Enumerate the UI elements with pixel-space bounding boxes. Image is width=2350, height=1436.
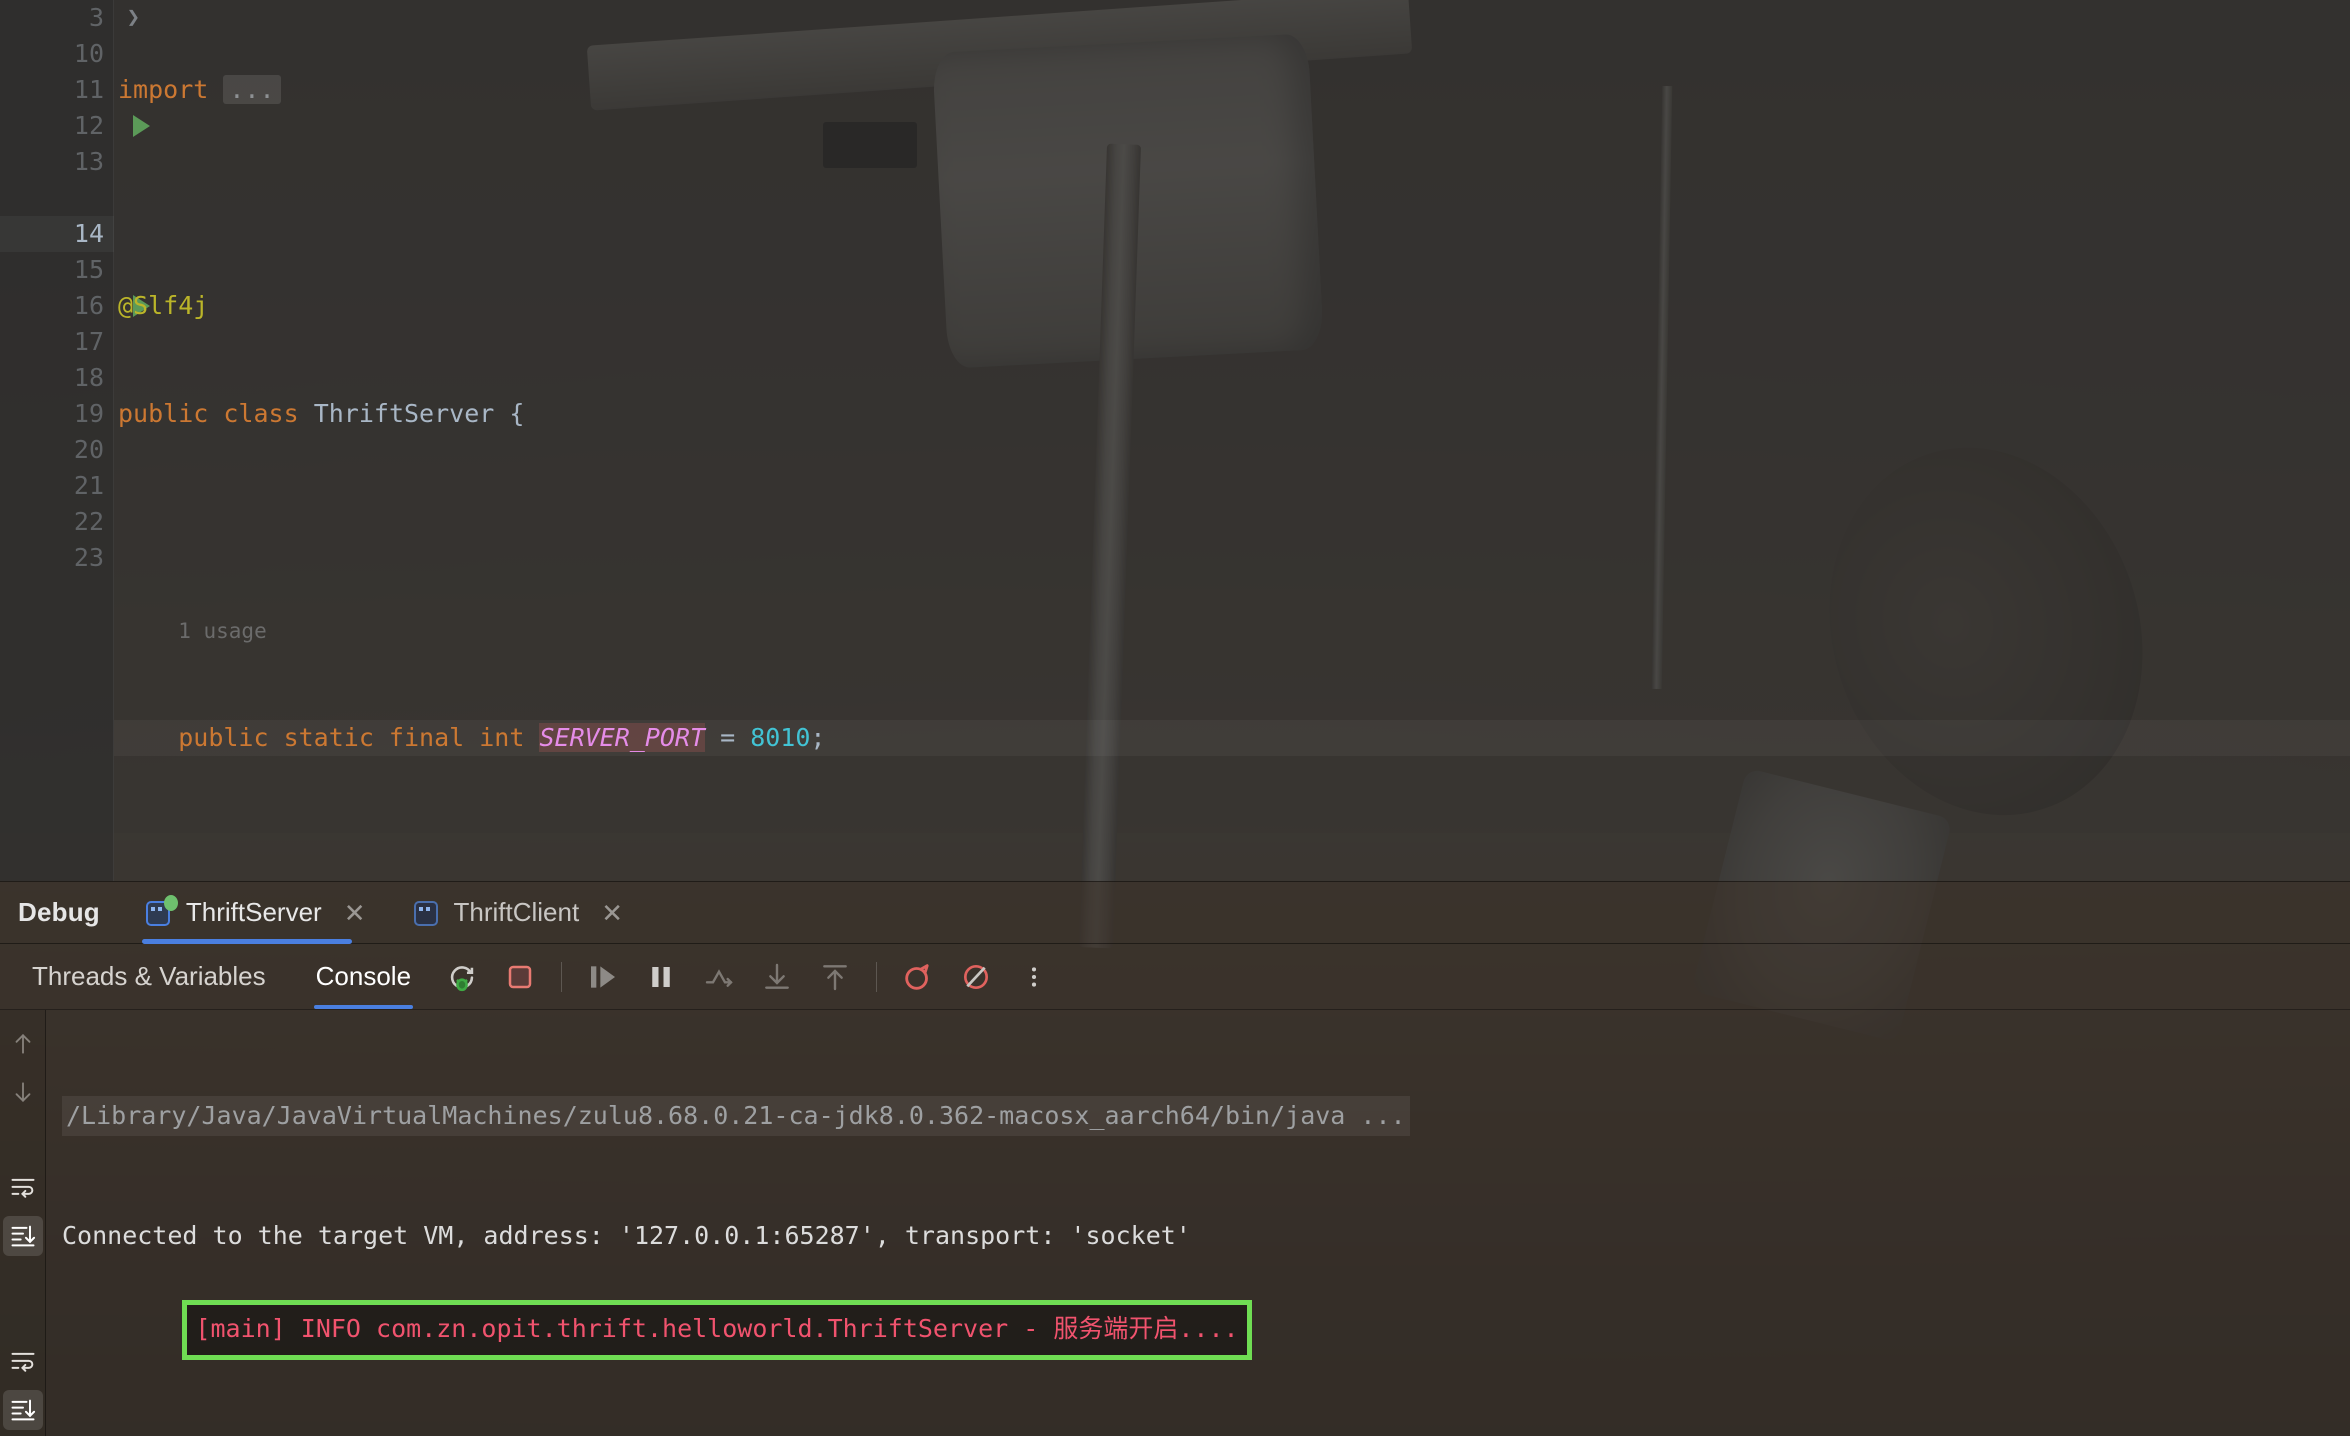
- console-line-connected: Connected to the target VM, address: '12…: [62, 1221, 1191, 1250]
- step-into-icon[interactable]: [754, 954, 800, 1000]
- console-output[interactable]: /Library/Java/JavaVirtualMachines/zulu8.…: [46, 1010, 2350, 1436]
- line-number[interactable]: 10: [0, 36, 114, 72]
- close-icon[interactable]: ✕: [340, 900, 370, 926]
- close-icon[interactable]: ✕: [597, 900, 627, 926]
- line-number[interactable]: 21: [0, 468, 114, 504]
- view-breakpoints-icon[interactable]: [895, 954, 941, 1000]
- run-configuration-running-icon: [145, 894, 178, 927]
- line-number[interactable]: 16: [0, 288, 150, 324]
- line-number: [0, 180, 114, 216]
- scroll-to-end-icon[interactable]: [2, 1390, 43, 1430]
- mute-breakpoints-icon[interactable]: [953, 954, 999, 1000]
- line-number[interactable]: 20: [0, 432, 114, 468]
- line-number[interactable]: 12: [0, 108, 150, 144]
- line-number[interactable]: 14: [0, 216, 114, 252]
- tab-console[interactable]: Console: [302, 944, 425, 1009]
- code-line-field-decl[interactable]: public static final int SERVER_PORT = 80…: [114, 720, 2350, 756]
- console-side-toolbar: [0, 1010, 46, 1436]
- line-number[interactable]: 13: [0, 144, 114, 180]
- line-number[interactable]: 3 ❯: [0, 0, 140, 36]
- debug-tool-window: Debug ThriftServer ✕ ThriftClient ✕ Thre…: [0, 881, 2350, 1436]
- toolbar-divider: [561, 961, 563, 992]
- run-tab-label: ThriftClient: [453, 897, 580, 927]
- debug-toolbar: Threads & Variables Console: [0, 944, 2350, 1010]
- line-number[interactable]: 23: [0, 540, 114, 576]
- console-line-cmdline: /Library/Java/JavaVirtualMachines/zulu8.…: [62, 1096, 2350, 1136]
- toolbar-divider: [876, 961, 878, 992]
- line-number[interactable]: 22: [0, 504, 114, 540]
- rerun-debug-icon[interactable]: [439, 954, 485, 1000]
- console-line-server-log: [main] INFO com.zn.opit.thrift.helloworl…: [195, 1314, 1239, 1343]
- folded-imports-badge[interactable]: ...: [223, 75, 281, 104]
- code-line-blank[interactable]: [114, 828, 2350, 864]
- pause-program-icon[interactable]: [638, 954, 684, 1000]
- debug-header: Debug ThriftServer ✕ ThriftClient ✕: [0, 882, 2350, 944]
- debug-window-title: Debug: [18, 897, 100, 927]
- ide-window: 3 ❯ 10 11 12 13 14 15 16 17 18 19 20 21 2…: [0, 0, 2350, 1436]
- line-number[interactable]: 17: [0, 324, 114, 360]
- line-number[interactable]: 18: [0, 360, 114, 396]
- more-options-icon[interactable]: [1011, 954, 1057, 1000]
- tab-threads-and-variables[interactable]: Threads & Variables: [18, 944, 280, 1009]
- line-number[interactable]: 11: [0, 72, 114, 108]
- line-number[interactable]: 19: [0, 396, 114, 432]
- scroll-down-icon[interactable]: [3, 1072, 43, 1112]
- step-over-icon[interactable]: [696, 954, 742, 1000]
- code-line-annotation[interactable]: @Slf4j: [114, 288, 2350, 324]
- code-line-class-decl[interactable]: public class ThriftServer {: [114, 396, 2350, 432]
- run-tab-thriftclient[interactable]: ThriftClient ✕: [410, 882, 632, 943]
- highlight-box-server-log: [main] INFO com.zn.opit.thrift.helloworl…: [182, 1300, 1252, 1360]
- console-area: /Library/Java/JavaVirtualMachines/zulu8.…: [0, 1010, 2350, 1436]
- field-name-highlight: SERVER_PORT: [539, 723, 706, 752]
- resume-program-icon[interactable]: [580, 954, 626, 1000]
- soft-wrap-icon[interactable]: [3, 1342, 43, 1382]
- code-line-usage-hint[interactable]: 1 usage: [114, 612, 2350, 648]
- line-number[interactable]: 15: [0, 252, 114, 288]
- stop-icon[interactable]: [497, 954, 543, 1000]
- soft-wrap-icon[interactable]: [3, 1168, 43, 1208]
- code-line-blank[interactable]: [114, 504, 2350, 540]
- code-editor[interactable]: 3 ❯ 10 11 12 13 14 15 16 17 18 19 20 21 2…: [0, 0, 2350, 881]
- run-configuration-icon: [413, 899, 442, 927]
- editor-gutter[interactable]: 3 ❯ 10 11 12 13 14 15 16 17 18 19 20 21 2…: [0, 0, 150, 881]
- scroll-up-icon[interactable]: [3, 1024, 43, 1064]
- code-line-blank[interactable]: [114, 180, 2350, 216]
- step-out-icon[interactable]: [812, 954, 858, 1000]
- code-line-import[interactable]: import ...: [114, 72, 2350, 108]
- code-area[interactable]: import ... @Slf4j public class ThriftSer…: [114, 0, 2350, 881]
- usage-hint-label[interactable]: 1 usage: [178, 619, 267, 643]
- scroll-to-end-icon[interactable]: [2, 1216, 43, 1256]
- run-tab-thriftserver[interactable]: ThriftServer ✕: [141, 882, 374, 944]
- run-tab-label: ThriftServer: [185, 897, 322, 927]
